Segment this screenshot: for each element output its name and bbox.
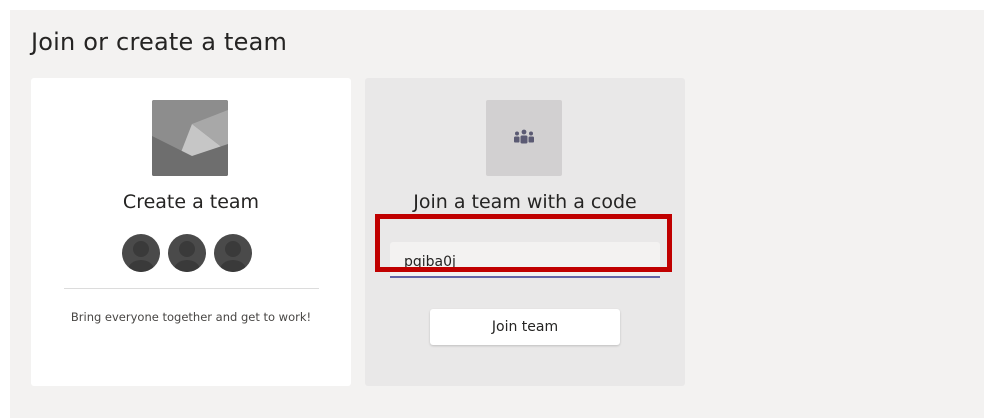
page-title: Join or create a team [31,28,288,56]
join-or-create-panel: Join or create a team Create a team Brin… [10,10,984,418]
create-team-heading: Create a team [122,191,260,213]
join-team-card: Join a team with a code Join team [365,78,685,386]
team-code-input[interactable] [390,242,660,278]
person-avatar-icon [168,234,206,272]
image-placeholder-icon [152,100,228,176]
avatar-group [122,234,262,274]
join-team-button[interactable]: Join team [430,309,620,345]
join-team-heading: Join a team with a code [413,191,637,213]
teams-people-icon [486,100,562,176]
card-divider [64,288,319,289]
create-team-description: Bring everyone together and get to work! [70,310,312,324]
person-avatar-icon [214,234,252,272]
create-team-card[interactable]: Create a team Bring everyone together an… [31,78,351,386]
person-avatar-icon [122,234,160,272]
